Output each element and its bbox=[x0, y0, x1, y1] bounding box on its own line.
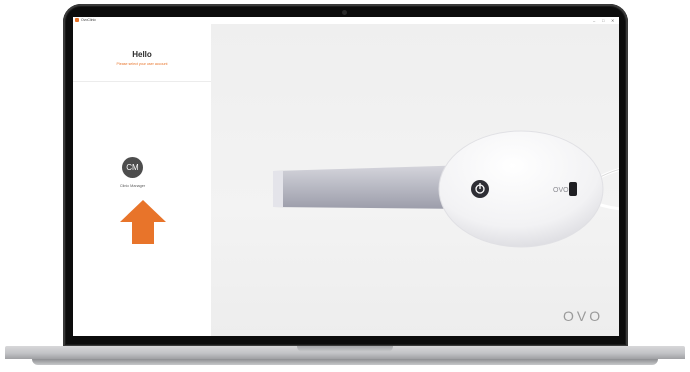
brand-logo: OVO bbox=[563, 308, 604, 324]
window-title: OvoClinic bbox=[81, 18, 96, 22]
laptop-base-foot bbox=[32, 359, 658, 365]
user-select-sidebar: Hello Please select your user account CM… bbox=[73, 24, 211, 336]
title-bar: OvoClinic – □ ✕ bbox=[73, 17, 619, 24]
svg-text:OVO: OVO bbox=[553, 187, 569, 194]
greeting-heading: Hello bbox=[132, 50, 152, 59]
user-name-label[interactable]: Clinic Manager bbox=[73, 184, 192, 188]
user-avatar-button[interactable]: CM bbox=[122, 157, 143, 178]
divider bbox=[73, 81, 211, 82]
intraoral-scanner-image: OVO bbox=[273, 130, 619, 248]
app-window: OvoClinic – □ ✕ Hello Please select your… bbox=[73, 17, 619, 336]
app-logo-icon bbox=[75, 18, 79, 22]
minimize-button[interactable]: – bbox=[593, 17, 595, 24]
main-panel: OVO OVO bbox=[211, 24, 619, 336]
laptop-notch bbox=[297, 346, 393, 352]
camera-icon bbox=[342, 10, 347, 15]
maximize-button[interactable]: □ bbox=[602, 17, 604, 24]
arrow-up-icon bbox=[120, 200, 166, 244]
select-account-prompt: Please select your user account bbox=[116, 62, 168, 66]
close-button[interactable]: ✕ bbox=[611, 17, 614, 24]
